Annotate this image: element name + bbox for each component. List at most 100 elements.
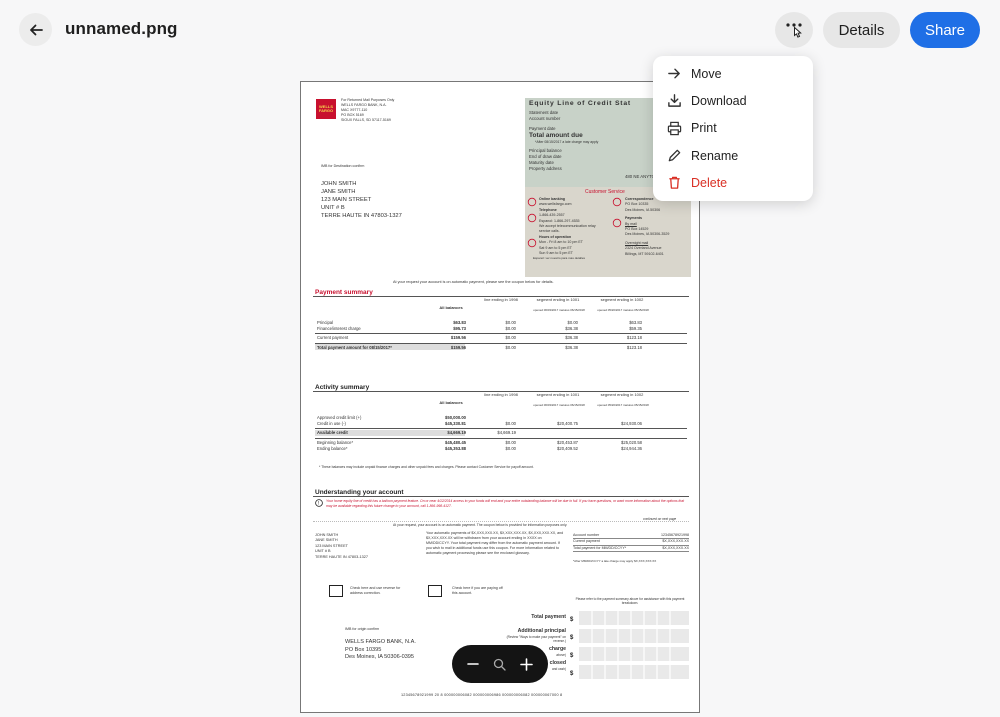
row-value: $45,480.45	[445, 439, 466, 445]
row-value: $20,400.75	[557, 421, 578, 427]
customer-address: JOHN SMITH JANE SMITH 123 MAIN STREET UN…	[321, 180, 402, 220]
magnifier-icon	[494, 658, 507, 671]
row-value: $63.83	[453, 320, 466, 325]
payment-summary-title: Payment summary	[315, 289, 373, 296]
zoom-reset-button[interactable]	[489, 653, 511, 675]
column-subheader: opened 06/03/2017 matures 06/15/2018	[533, 403, 585, 407]
account-row-value: $X,XXX,XXX.XX	[662, 539, 689, 544]
address-line: Des Moines, IA 50306-0395	[345, 654, 415, 661]
arrow-right-icon	[665, 65, 683, 83]
zoom-in-button[interactable]	[516, 653, 538, 675]
column-header: All balances	[439, 305, 463, 310]
row-value: $25,020.58	[621, 439, 642, 445]
coupon-note: At your request, your account is on auto…	[393, 523, 568, 527]
row-value: $0.00	[505, 326, 516, 332]
payment-entry-grid[interactable]: $ $ $ $	[567, 609, 691, 683]
statement-fields: Statement date Account number Payment da…	[529, 110, 598, 172]
menu-item-rename[interactable]: Rename	[653, 142, 813, 169]
account-row-label: Total payment for MM/DD/CCYY*	[573, 545, 627, 550]
row-value: $123.18	[626, 335, 642, 341]
column-subheader: opened 06/03/2017 matures 06/15/2018	[533, 308, 585, 312]
file-title: unnamed.png	[65, 19, 178, 38]
row-value: $0.00	[505, 335, 516, 341]
column-header: All balances	[439, 400, 463, 405]
row-label: Finance/interest charge	[317, 326, 361, 332]
account-row-value: 12345678921998	[661, 533, 689, 537]
bank-logo: WELLS FARGO	[316, 99, 336, 119]
row-label: Approved credit limit (+)	[317, 415, 362, 420]
column-header: line ending in 1998	[484, 297, 518, 302]
row-value: $123.18	[626, 344, 642, 350]
statement-field: Property address	[529, 166, 562, 171]
column-header: segment ending in 1002	[600, 297, 644, 302]
pay-label: Additional principal	[517, 628, 566, 634]
row-value: $0.00	[505, 439, 516, 445]
share-button[interactable]: Share	[910, 12, 980, 48]
zoom-out-button[interactable]	[462, 653, 484, 675]
more-options-button[interactable]	[775, 12, 813, 48]
row-value: $45,330.81	[445, 421, 466, 427]
row-value: $0.00	[505, 344, 516, 350]
arrow-left-icon	[29, 24, 43, 35]
column-header: segment ending in 1002	[600, 392, 644, 397]
row-value: $95.73	[453, 326, 466, 332]
details-button[interactable]: Details	[823, 12, 900, 48]
imb-origin: IMB for origin confirm	[345, 627, 380, 631]
row-value: $45,353.88	[445, 445, 466, 451]
row-value: $4,669.19	[447, 430, 466, 436]
options-menu: Move Download Print Rename Delete	[653, 56, 813, 201]
row-value: $59.35	[629, 326, 642, 332]
divider	[313, 496, 689, 498]
plus-icon	[520, 657, 533, 671]
menu-item-label: Delete	[691, 175, 728, 190]
activity-summary-table: All balances line ending in 1998 segment e…	[313, 392, 689, 473]
menu-item-label: Rename	[691, 148, 739, 163]
menu-item-download[interactable]: Download	[653, 87, 813, 114]
menu-item-move[interactable]: Move	[653, 60, 813, 87]
address-line: 123 MAIN STREET	[321, 197, 372, 203]
back-button[interactable]	[19, 13, 52, 46]
account-row-label: Account number	[573, 533, 600, 537]
activity-summary-title: Activity summary	[315, 384, 370, 391]
row-divider	[315, 428, 687, 429]
row-divider	[315, 333, 687, 334]
printer-icon	[665, 119, 683, 137]
micr-line: 12345678921999 20 8 000000006082 0000000…	[401, 693, 563, 697]
svg-text:$: $	[570, 653, 574, 659]
row-label: Total payment amount for 08/15/2017*	[317, 344, 392, 350]
customer-service-title: Customer Service	[585, 189, 625, 195]
column-header: line ending in 1998	[484, 392, 518, 397]
download-icon	[665, 92, 683, 110]
document-preview: WELLS FARGO For Returned Mail Purposes O…	[300, 81, 700, 713]
row-label: Current payment	[317, 335, 349, 341]
address-line: TERRE HAUTE IN 47803-1327	[321, 213, 402, 219]
customer-service-left: Online banking www.wellsfargo.com Teleph…	[529, 197, 599, 262]
account-row-label: Current payment	[573, 539, 600, 544]
payoff-checkbox[interactable]	[428, 585, 442, 597]
menu-item-print[interactable]: Print	[653, 115, 813, 142]
return-address: For Returned Mail Purposes Only WELLS FA…	[341, 98, 394, 123]
warning-icon: !	[315, 499, 323, 507]
payment-summary-table: All balances line ending in 1998 segment e…	[313, 297, 689, 370]
account-row-value: $X,XXX,XXX.XX	[662, 545, 689, 550]
row-value: $36.38	[565, 326, 578, 332]
row-value: $0.00	[505, 445, 516, 451]
row-label: Beginning balance*	[317, 439, 354, 445]
address-line: WELLS FARGO BANK, N.A.	[345, 639, 416, 645]
row-value: $0.00	[567, 320, 578, 325]
row-value: $24,930.06	[621, 421, 642, 427]
menu-item-delete[interactable]: Delete	[653, 169, 813, 196]
address-correction-checkbox[interactable]	[329, 585, 343, 597]
more-horizontal-icon	[786, 23, 802, 38]
late-charge-note: *After 08/15/2017 a late charge may appl…	[535, 140, 599, 144]
pay-label: Total payment	[531, 614, 566, 620]
row-value: $0.00	[505, 320, 516, 325]
zoom-controls	[452, 645, 548, 683]
row-label: Ending balance*	[317, 445, 348, 451]
pencil-icon	[665, 147, 683, 165]
refer-note: Please refer to the payment summary abov…	[575, 597, 685, 606]
autopay-note: At your request your account is on autom…	[393, 280, 554, 284]
address-line: JOHN SMITH	[321, 181, 357, 187]
address-line: JANE SMITH	[321, 189, 356, 195]
service-icons	[527, 197, 537, 248]
